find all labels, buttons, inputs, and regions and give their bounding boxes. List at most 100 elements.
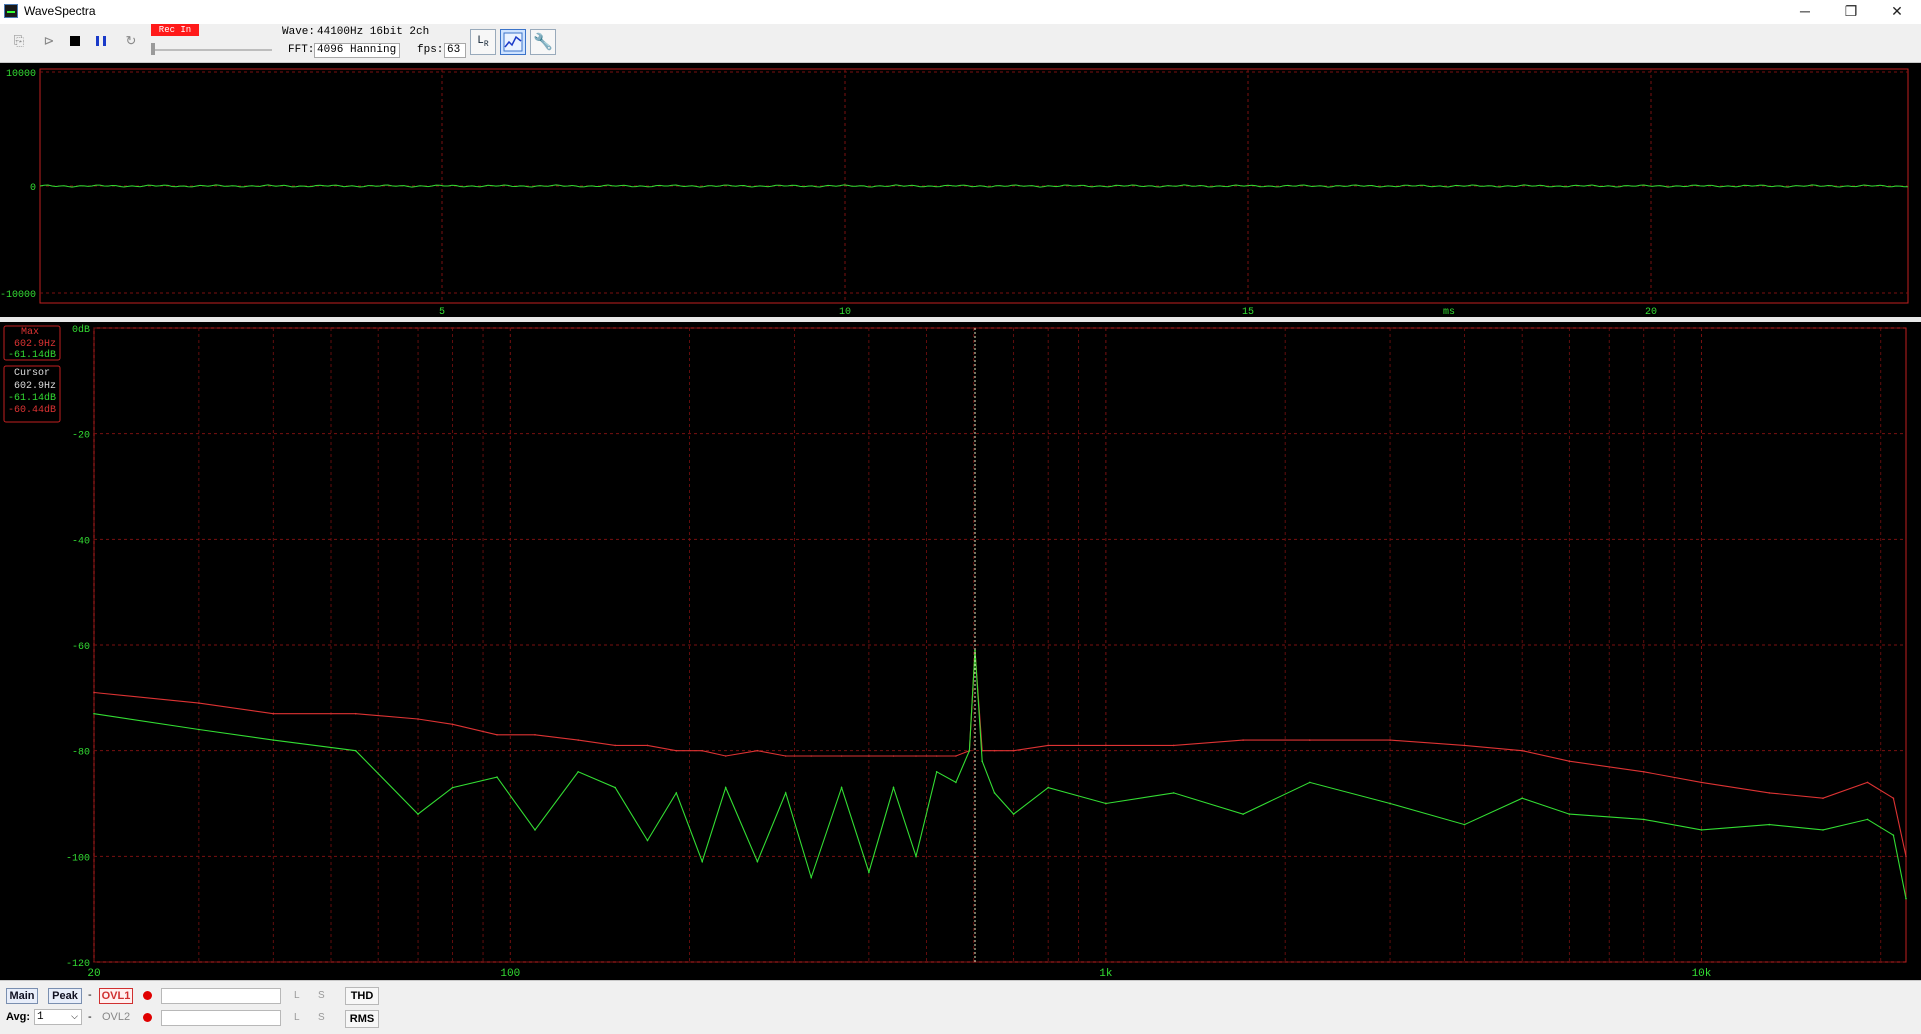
spectrum-point	[93, 691, 95, 694]
loop-icon[interactable]: ↻	[120, 30, 142, 52]
ovl2-name-field[interactable]	[161, 1010, 281, 1026]
spectrum-mode-icon	[503, 32, 523, 52]
spectrum-point	[955, 755, 957, 757]
spectrum-point	[534, 829, 536, 831]
waveform-x-tick-label: 20	[1645, 307, 1657, 317]
spectrum-point	[756, 749, 759, 752]
minimize-button[interactable]: ─	[1782, 0, 1828, 24]
waveform-y-tick-label: 10000	[6, 69, 36, 80]
spectrum-point	[93, 712, 95, 715]
ovl2-label[interactable]: OVL2	[102, 1011, 130, 1023]
spectrum-y-tick-label: -100	[66, 853, 90, 864]
window-title: WaveSpectra	[24, 4, 96, 18]
spectrum-point	[1905, 897, 1907, 900]
spectrum-point	[1012, 813, 1015, 815]
spectrum-point	[1700, 829, 1703, 831]
spectrum-series-ch1	[93, 650, 1907, 899]
cursor-readout-level-ch1: -61.14dB	[8, 392, 56, 404]
close-button[interactable]: ✕	[1874, 0, 1920, 24]
spectrum-point	[1643, 771, 1645, 773]
spectrum-point	[417, 813, 419, 815]
ovl1-button[interactable]: OVL1	[99, 988, 133, 1004]
waveform-y-tick-label: 0	[30, 183, 36, 194]
chevron-down-icon: ⌵	[71, 1012, 78, 1022]
ovl1-l-toggle[interactable]: L	[294, 990, 300, 1001]
spectrum-point	[675, 749, 678, 752]
spectrum-y-tick-label: -120	[66, 959, 90, 970]
spectrum-point	[840, 755, 843, 757]
waveform-x-tick-label: 15	[1242, 307, 1254, 317]
waveform-y-tick-label: -10000	[0, 290, 36, 301]
spectrum-point	[646, 839, 649, 842]
spectrum-point	[1389, 739, 1391, 741]
spectrum-point	[1463, 744, 1466, 747]
spectrum-point	[968, 749, 971, 752]
spectrum-point	[724, 786, 727, 789]
avg-select[interactable]: 1 ⌵	[34, 1009, 82, 1025]
spectrum-mode-button[interactable]	[500, 29, 526, 55]
spectrum-point	[1521, 749, 1523, 752]
rec-in-badge: Rec In	[151, 24, 199, 36]
channel-lr-button[interactable]: LR	[470, 29, 496, 55]
record-dot-icon[interactable]	[143, 1013, 152, 1022]
record-dot-icon[interactable]	[143, 991, 152, 1000]
spectrum-point	[1822, 797, 1824, 799]
cursor-readout-freq: 602.9Hz	[14, 381, 56, 392]
spectrum-point	[1568, 813, 1571, 815]
spectrum-point	[354, 749, 357, 752]
title-bar: WaveSpectra ─ ❐ ✕	[0, 0, 1921, 25]
spectrum-point	[1309, 739, 1311, 741]
spectrum-point	[534, 734, 536, 736]
dash-separator-1: -	[88, 989, 92, 1001]
ovl2-l-toggle[interactable]: L	[294, 1012, 300, 1023]
peak-button[interactable]: Peak	[48, 988, 82, 1004]
fps-label: fps:	[417, 44, 444, 56]
fft-setting-field[interactable]: 4096 Hanning	[314, 43, 400, 58]
spectrum-x-tick-label: 20	[87, 968, 100, 980]
spectrum-point	[1242, 813, 1244, 815]
spectrum-point	[675, 792, 678, 794]
play-icon[interactable]: ⊳	[38, 30, 60, 52]
avg-label: Avg:	[6, 1011, 31, 1023]
open-file-icon[interactable]: ⎘	[8, 30, 30, 52]
spectrum-y-tick-label: 0dB	[72, 324, 90, 336]
pause-button[interactable]	[90, 30, 112, 52]
slider-thumb[interactable]	[151, 43, 155, 55]
spectrum-point	[496, 734, 498, 736]
spectrum-point	[784, 792, 787, 794]
spectrum-point	[577, 771, 579, 773]
spectrum-chart: 0dB-20-40-60-80-100-12020 100 1k 10kMax602.…	[3, 324, 1907, 980]
spectrum-point	[935, 771, 938, 773]
ovl1-s-toggle[interactable]: S	[318, 990, 325, 1001]
spectrum-point	[646, 744, 649, 747]
spectrum-point	[993, 792, 996, 794]
spectrum-panel[interactable]: 0dB -20 -40 -60 -80 -100 -120 20 100 1k 10k Max 602.…	[0, 322, 1921, 980]
waveform-panel[interactable]: 10000 0 -10000 5 10 15 20 ms	[0, 63, 1921, 318]
waveform-chart: 10000 0 -10000 5 10 15 20 ms	[0, 68, 1909, 318]
wave-label: Wave:	[282, 26, 316, 38]
main-button[interactable]: Main	[6, 988, 38, 1004]
spectrum-x-tick-label: 10k	[1692, 968, 1712, 980]
avg-value: 1	[37, 1011, 44, 1023]
input-level-slider[interactable]	[152, 49, 272, 51]
spectrum-series-ch2	[93, 650, 1907, 857]
max-readout-title: Max	[21, 327, 39, 338]
rms-button[interactable]: RMS	[345, 1010, 379, 1028]
spectrum-point	[993, 749, 996, 752]
maximize-button[interactable]: ❐	[1828, 0, 1874, 24]
spectrum-point	[756, 860, 759, 863]
dash-separator-2: -	[88, 1011, 92, 1023]
ovl1-name-field[interactable]	[161, 988, 281, 1004]
spectrum-point	[1309, 781, 1311, 784]
spectrum-point	[784, 755, 787, 757]
thd-button[interactable]: THD	[345, 987, 379, 1005]
spectrum-point	[1105, 802, 1107, 805]
waveform-x-unit: ms	[1443, 307, 1455, 317]
spectrum-point	[272, 712, 275, 715]
stop-button[interactable]	[64, 30, 86, 52]
spectrum-point	[915, 755, 917, 757]
spectrum-point	[496, 776, 498, 778]
ovl2-s-toggle[interactable]: S	[318, 1012, 325, 1023]
settings-button[interactable]: 🔧	[530, 29, 556, 55]
spectrum-point	[868, 871, 870, 873]
